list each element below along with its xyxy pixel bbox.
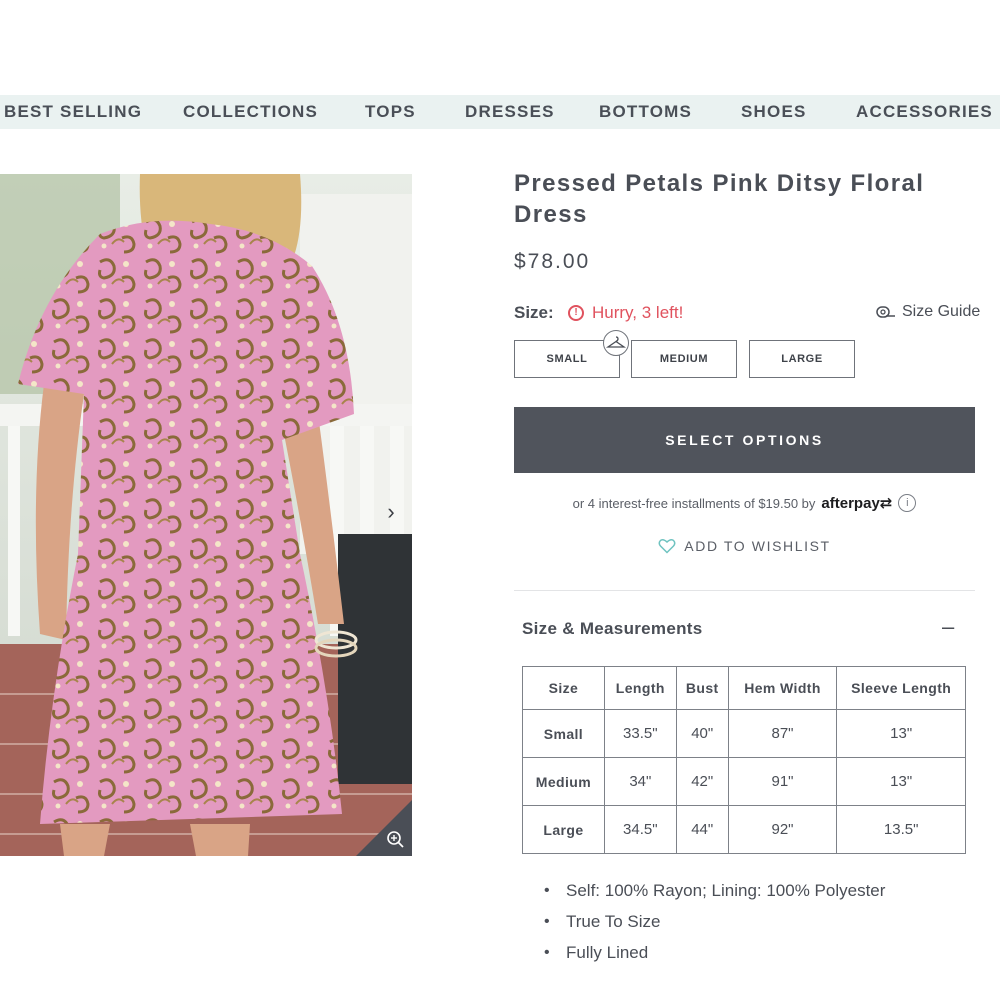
table-cell: 34.5" [603,805,677,854]
product-title: Pressed Petals Pink Ditsy Floral Dress [514,170,925,228]
list-item: Fully Lined [544,941,885,972]
table-header: Length [603,666,677,710]
table-row: Small 33.5" 40" 87" 13" [522,709,966,758]
afterpay-text: or 4 interest-free installments of $19.5… [572,495,816,511]
tape-measure-icon [876,306,895,318]
table-header-row: Size Length Bust Hem Width Sleeve Length [522,666,966,710]
table-cell: 44" [675,805,729,854]
hanger-icon [603,330,629,356]
table-header: Hem Width [727,666,838,710]
zoom-button[interactable] [356,800,412,856]
add-to-wishlist-button[interactable]: ADD TO WISHLIST [514,538,975,554]
stock-alert-text: Hurry, 3 left! [592,303,684,322]
product-features-list: Self: 100% Rayon; Lining: 100% Polyester… [544,879,885,972]
stock-alert: ! Hurry, 3 left! [568,303,683,323]
product-image-gallery[interactable] [0,174,412,856]
table-row: Large 34.5" 44" 92" 13.5" [522,805,966,854]
size-option-medium[interactable]: MEDIUM [631,340,737,378]
size-chart-table: Size Length Bust Hem Width Sleeve Length… [522,666,966,854]
table-cell: 87" [727,709,838,758]
afterpay-message: or 4 interest-free installments of $19.5… [514,494,975,512]
table-cell: Large [522,805,605,854]
afterpay-logo[interactable]: afterpay⇄ [821,494,892,512]
table-row: Medium 34" 42" 91" 13" [522,757,966,806]
list-item: True To Size [544,910,885,941]
table-cell: 91" [727,757,838,806]
nav-item-bottoms[interactable]: BOTTOMS [599,95,692,129]
table-cell: 40" [675,709,729,758]
table-cell: 92" [727,805,838,854]
main-navigation: BEST SELLING COLLECTIONS TOPS DRESSES BO… [0,95,1000,129]
table-cell: 34" [603,757,677,806]
table-cell: 13" [836,709,966,758]
nav-item-best-selling[interactable]: BEST SELLING [4,95,142,129]
nav-item-accessories[interactable]: ACCESSORIES [856,95,993,129]
size-measurements-accordion[interactable]: Size & Measurements [522,619,703,639]
chevron-right-icon[interactable]: › [378,497,404,527]
collapse-icon[interactable]: – [942,614,954,640]
select-options-button[interactable]: SELECT OPTIONS [514,407,975,473]
table-header: Size [522,666,605,710]
table-cell: 33.5" [603,709,677,758]
nav-item-shoes[interactable]: SHOES [741,95,807,129]
size-option-large[interactable]: LARGE [749,340,855,378]
table-cell: 42" [675,757,729,806]
table-cell: 13" [836,757,966,806]
alert-icon: ! [568,305,584,321]
size-label: Size: [514,303,554,322]
nav-item-dresses[interactable]: DRESSES [465,95,555,129]
table-cell: Small [522,709,605,758]
table-cell: Medium [522,757,605,806]
product-price: $78.00 [514,250,591,273]
table-header: Bust [675,666,729,710]
divider [514,590,975,591]
list-item: Self: 100% Rayon; Lining: 100% Polyester [544,879,885,910]
nav-item-collections[interactable]: COLLECTIONS [183,95,318,129]
size-guide-label: Size Guide [902,303,981,320]
size-guide-link[interactable]: Size Guide [876,303,980,321]
product-photo [0,174,412,856]
nav-item-tops[interactable]: TOPS [365,95,416,129]
heart-icon [658,539,676,554]
table-cell: 13.5" [836,805,966,854]
info-icon[interactable]: i [898,494,917,512]
table-header: Sleeve Length [836,666,966,710]
wishlist-label: ADD TO WISHLIST [684,538,831,554]
